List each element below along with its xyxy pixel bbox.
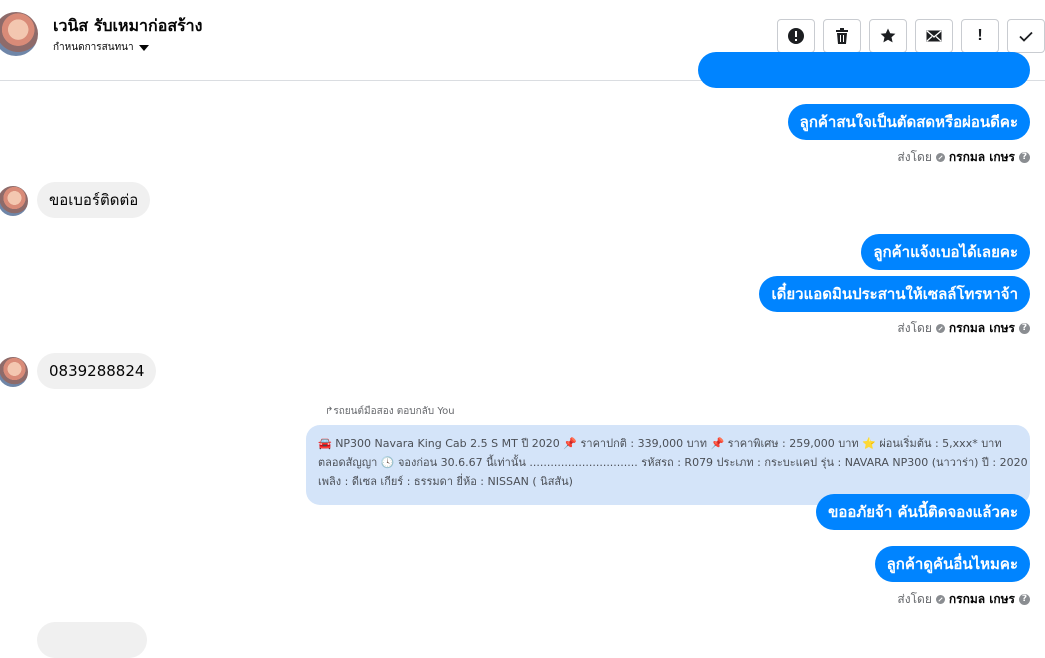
caret-down-icon	[138, 44, 149, 51]
sent-by: ส่งโดย กรกมล เกษร ?	[897, 148, 1030, 167]
sent-icon	[935, 324, 945, 333]
contact-avatar[interactable]	[0, 12, 38, 56]
help-icon[interactable]: ?	[1019, 152, 1030, 163]
assign-label: กำหนดการสนทนา	[53, 42, 134, 53]
assign-conversation-dropdown[interactable]: กำหนดการสนทนา	[53, 40, 149, 55]
quote-line-3: เพลิง : ดีเซล เกียร์ : ธรรมดา ยี่ห้อ : N…	[318, 475, 573, 488]
message-bubble-out[interactable]: เดี๋ยวแอดมินประสานให้เซลล์โทรหาจ้า	[759, 276, 1030, 312]
mark-spam-button[interactable]	[777, 19, 815, 53]
reply-label: ↱รถยนต์มือสอง ตอบกลับ You	[325, 406, 455, 417]
mail-icon	[926, 30, 942, 42]
sent-by-label: ส่งโดย	[897, 321, 932, 335]
mark-done-button[interactable]	[1007, 19, 1045, 53]
trash-icon	[836, 28, 848, 44]
contact-name[interactable]: เวนิส รับเหมาก่อสร้าง	[53, 14, 202, 39]
delete-button[interactable]	[823, 19, 861, 53]
message-bubble-in[interactable]: 0839288824	[37, 353, 157, 389]
follow-up-button[interactable]: !	[961, 19, 999, 53]
message-bubble-in-partial[interactable]	[37, 622, 147, 658]
quote-line-1: 🚘 NP300 Navara King Cab 2.5 S MT ปี 2020…	[318, 437, 1002, 450]
message-bubble-out[interactable]: ขออภัยจ้า คันนี้ติดจองแล้วคะ	[816, 494, 1030, 530]
help-icon[interactable]: ?	[1019, 323, 1030, 334]
check-icon	[1019, 31, 1033, 42]
quote-line-2: ตลอดสัญญา 🕓 จองก่อน 30.6.67 นี้เท่านั้น …	[318, 456, 1030, 469]
mark-unread-button[interactable]	[915, 19, 953, 53]
quoted-message[interactable]: 🚘 NP300 Navara King Cab 2.5 S MT ปี 2020…	[306, 425, 1030, 505]
sent-icon	[935, 595, 945, 604]
message-bubble-out[interactable]: ลูกค้าสนใจเป็นตัดสดหรือผ่อนดีคะ	[787, 104, 1030, 140]
star-button[interactable]	[869, 19, 907, 53]
alert-circle-icon	[788, 28, 804, 44]
message-bubble-in[interactable]: ขอเบอร์ติดต่อ	[37, 182, 151, 218]
sender-name: กรกมล เกษร	[948, 592, 1015, 606]
message-bubble-out[interactable]: ลูกค้าแจ้งเบอได้เลยคะ	[861, 234, 1030, 270]
avatar[interactable]	[0, 357, 28, 387]
exclamation-icon: !	[977, 27, 983, 44]
sent-by-label: ส่งโดย	[897, 592, 932, 606]
avatar[interactable]	[0, 186, 28, 216]
sender-name: กรกมล เกษร	[948, 321, 1015, 335]
sent-icon	[935, 153, 945, 162]
message-bubble-out-partial[interactable]	[698, 52, 1030, 88]
help-icon[interactable]: ?	[1019, 594, 1030, 605]
toolbar: !	[777, 19, 1045, 53]
sent-by-label: ส่งโดย	[897, 150, 932, 164]
sent-by: ส่งโดย กรกมล เกษร ?	[897, 590, 1030, 609]
sender-name: กรกมล เกษร	[948, 150, 1015, 164]
sent-by: ส่งโดย กรกมล เกษร ?	[897, 319, 1030, 338]
star-icon	[880, 28, 896, 43]
message-bubble-out[interactable]: ลูกค้าดูคันอื่นไหมคะ	[874, 546, 1030, 582]
